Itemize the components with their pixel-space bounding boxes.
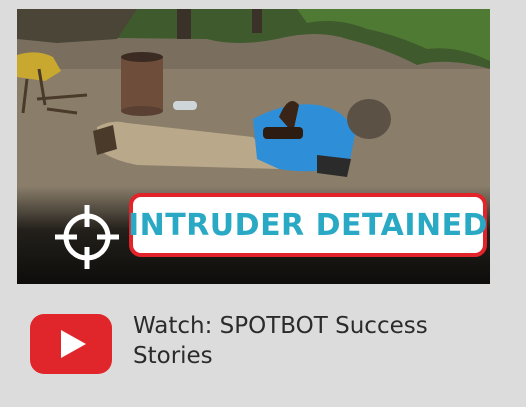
youtube-play-icon[interactable] <box>30 314 112 374</box>
play-triangle-icon <box>61 330 86 358</box>
video-card: INTRUDER DETAINED Watch: SPOTBOT Success… <box>0 0 526 407</box>
status-badge: INTRUDER DETAINED <box>127 193 489 257</box>
crosshair-icon <box>55 205 119 269</box>
watch-link[interactable]: Watch: SPOTBOT Success Stories <box>133 311 503 371</box>
video-thumbnail[interactable]: INTRUDER DETAINED <box>17 9 490 284</box>
badge-text: INTRUDER DETAINED <box>127 207 489 243</box>
